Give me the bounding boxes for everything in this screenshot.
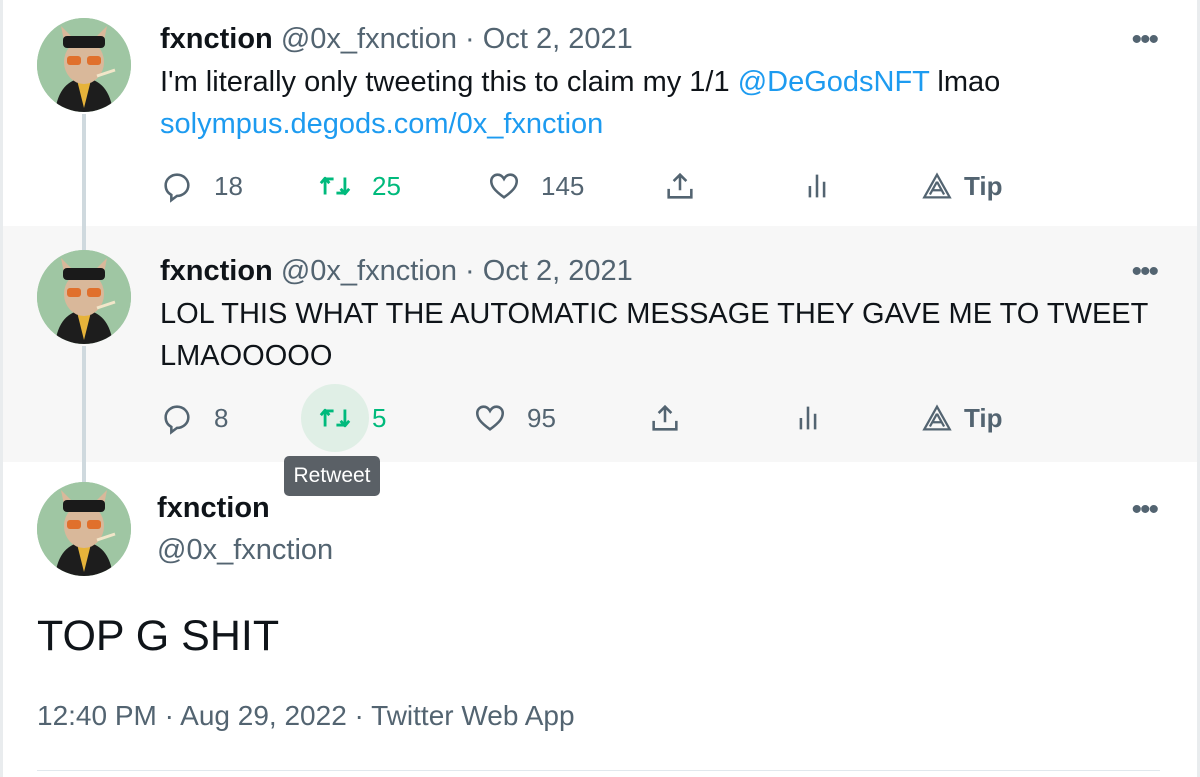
more-icon[interactable]: •••	[1131, 257, 1158, 287]
tweet-text-suffix: lmao	[929, 66, 1001, 98]
mention-link[interactable]: @DeGodsNFT	[738, 66, 930, 98]
share-button[interactable]	[663, 166, 717, 206]
retweet-count: 5	[372, 402, 387, 433]
retweet-count: 25	[372, 170, 401, 201]
url-link[interactable]: solympus.degods.com/0x_fxnction	[160, 103, 1000, 145]
like-count: 95	[527, 402, 556, 433]
tip-button[interactable]: Tip	[920, 166, 1003, 206]
tweet-date[interactable]: Oct 2, 2021	[483, 255, 633, 287]
retweet-button[interactable]: 25	[318, 166, 401, 206]
tweet-actions: 8 5 95 Tip	[160, 384, 1160, 452]
reply-button[interactable]: 8	[160, 398, 228, 438]
tip-button[interactable]: Tip	[920, 398, 1003, 438]
tweet-actions: 18 25 145 Tip	[160, 166, 1160, 206]
like-count: 145	[541, 170, 585, 201]
retweet-icon	[319, 176, 351, 196]
share-button[interactable]	[648, 398, 702, 438]
tip-label: Tip	[964, 402, 1003, 433]
tweet-text: I'm literally only tweeting this to clai…	[160, 61, 1000, 145]
avatar[interactable]	[37, 482, 131, 576]
main-tweet-text: TOP G SHIT	[37, 612, 280, 660]
like-button[interactable]: 95	[473, 398, 556, 438]
more-icon[interactable]: •••	[1131, 495, 1158, 525]
tweet-text-line: LMAOOOOO	[160, 340, 333, 372]
author-handle[interactable]: @0x_fxnction	[157, 534, 333, 567]
separator: ·	[465, 23, 475, 55]
analytics-icon	[808, 174, 826, 198]
reply-icon	[164, 405, 190, 435]
avatar[interactable]	[37, 18, 131, 112]
tweet-date[interactable]: Oct 2, 2021	[483, 23, 633, 55]
like-icon	[475, 405, 505, 431]
reply-icon	[164, 173, 190, 203]
more-icon[interactable]: •••	[1131, 25, 1158, 55]
analytics-button[interactable]	[791, 398, 845, 438]
tip-icon	[922, 172, 952, 199]
reply-button[interactable]: 18	[160, 166, 243, 206]
author-name[interactable]: fxnction	[157, 492, 270, 525]
share-icon	[652, 404, 678, 431]
share-icon	[667, 172, 693, 199]
tweet-text-line: LOL THIS WHAT THE AUTOMATIC MESSAGE THEY…	[160, 298, 1149, 330]
avatar[interactable]	[37, 250, 131, 344]
analytics-icon	[799, 406, 817, 430]
retweet-tooltip: Retweet	[284, 456, 380, 496]
tweet-meta[interactable]: 12:40 PM · Aug 29, 2022 · Twitter Web Ap…	[37, 700, 575, 732]
like-button[interactable]: 145	[487, 166, 584, 206]
reply-count: 18	[214, 170, 243, 201]
tip-icon	[922, 404, 952, 431]
tweet-text-prefix: I'm literally only tweeting this to clai…	[160, 66, 738, 98]
author-name[interactable]: fxnction	[160, 23, 273, 55]
tweet-2[interactable]: fxnction @0x_fxnction · Oct 2, 2021 ••• …	[3, 226, 1197, 462]
thread-line	[82, 346, 86, 482]
author-handle[interactable]: @0x_fxnction	[281, 255, 457, 287]
like-icon	[489, 173, 519, 199]
retweet-button[interactable]: 5	[318, 398, 386, 438]
tweet-header: fxnction @0x_fxnction · Oct 2, 2021	[160, 254, 633, 288]
tweet-text: LOL THIS WHAT THE AUTOMATIC MESSAGE THEY…	[160, 293, 1148, 377]
divider	[37, 770, 1160, 771]
analytics-button[interactable]	[800, 166, 854, 206]
author-handle[interactable]: @0x_fxnction	[281, 23, 457, 55]
reply-count: 8	[214, 402, 229, 433]
tip-label: Tip	[964, 170, 1003, 201]
tweet-1[interactable]: fxnction @0x_fxnction · Oct 2, 2021 ••• …	[3, 0, 1197, 226]
separator: ·	[465, 255, 475, 287]
tweet-header: fxnction @0x_fxnction · Oct 2, 2021	[160, 22, 633, 56]
author-name[interactable]: fxnction	[160, 255, 273, 287]
retweet-icon	[319, 408, 351, 428]
thread-line	[82, 114, 86, 250]
